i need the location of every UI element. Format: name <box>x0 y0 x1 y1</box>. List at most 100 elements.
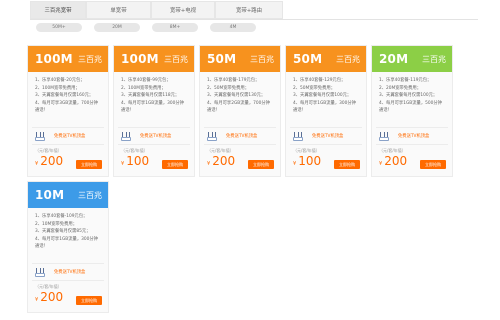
router-icon <box>120 131 132 141</box>
filter-20m[interactable]: 20M <box>94 23 140 32</box>
feature-line: 1、乐享40套餐-119元包； <box>379 78 432 83</box>
divider <box>290 144 362 145</box>
plan-card: 100M 三百兆 1、乐享40套餐-20元包； 2、100M宽带免费用； 3、天翼套餐每… <box>27 45 109 177</box>
price-amount: 100 <box>126 154 150 168</box>
feature-line: 2、100M宽带免费用； <box>121 85 166 91</box>
plan-card: 50M 三百兆 1、乐享40套餐-179元包； 2、50M宽带免费用； 3、天翼套餐每月… <box>199 45 281 177</box>
price-amount: 200 <box>384 154 408 168</box>
gift-row: 免费送TV机顶盒 <box>372 128 452 144</box>
currency-symbol: ¥ <box>35 161 39 167</box>
feature-line: 2、100M宽带免费用； <box>35 85 80 91</box>
price-area: （元/套/年值） ¥100 立即抢购 <box>114 148 194 170</box>
router-icon <box>378 131 390 141</box>
feature-line: 3、天翼套餐每月仅需118元； <box>121 93 180 99</box>
plan-tabs: 三百兆宽带 单宽带 宽带+电视 宽带+路由 <box>30 1 283 19</box>
tab-broadband-tv[interactable]: 宽带+电视 <box>151 1 215 19</box>
plan-speed: 100M <box>121 52 159 66</box>
filter-4m[interactable]: 4M <box>210 23 256 32</box>
gift-row: 免费送TV机顶盒 <box>200 128 280 144</box>
router-icon <box>34 131 46 141</box>
gift-text: 免费送TV机顶盒 <box>54 134 86 139</box>
feature-line: 1、乐享40套餐-129元包； <box>293 78 346 83</box>
plan-features: 1、乐享40套餐-119元包； 2、20M宽带免费用； 3、天翼套餐每月仅需100元… <box>372 72 452 127</box>
gift-row: 免费送TV机顶盒 <box>286 128 366 144</box>
price-area: （元/套/年值） ¥200 立即抢购 <box>28 284 108 306</box>
price-area: （元/套/年值） ¥200 立即抢购 <box>28 148 108 170</box>
price-value: ¥200 <box>35 155 63 170</box>
currency-symbol: ¥ <box>207 161 211 167</box>
plan-name: 三百兆 <box>336 54 360 64</box>
divider <box>32 144 104 145</box>
price-amount: 200 <box>40 290 64 304</box>
divider <box>204 144 276 145</box>
card-header: 100M 三百兆 <box>28 46 108 72</box>
filter-8m[interactable]: 8M+ <box>152 23 198 32</box>
currency-symbol: ¥ <box>293 161 297 167</box>
plan-name: 三百兆 <box>164 54 188 64</box>
price-value: ¥100 <box>121 155 149 170</box>
price-amount: 200 <box>40 154 64 168</box>
router-icon <box>206 131 218 141</box>
plan-features: 1、乐享40套餐-129元包； 2、50M宽带免费用； 3、天翼套餐每月仅需100元… <box>286 72 366 127</box>
currency-symbol: ¥ <box>35 297 39 303</box>
buy-now-button[interactable]: 立即抢购 <box>248 160 274 169</box>
tab-broadband-only[interactable]: 单宽带 <box>86 1 151 19</box>
feature-line: 4、每月可享3GB流量，700分钟通话！ <box>35 100 98 114</box>
plan-card: 20M 三百兆 1、乐享40套餐-119元包； 2、20M宽带免费用； 3、天翼套餐每月… <box>371 45 453 177</box>
currency-symbol: ¥ <box>121 161 125 167</box>
price-value: ¥200 <box>207 155 235 170</box>
plan-features: 1、乐享40套餐-179元包； 2、50M宽带免费用； 3、天翼套餐每月仅需130元… <box>200 72 280 127</box>
card-header: 100M 三百兆 <box>114 46 194 72</box>
buy-now-button[interactable]: 立即抢购 <box>162 160 188 169</box>
price-area: （元/套/年值） ¥200 立即抢购 <box>200 148 280 170</box>
plan-features: 1、乐享40套餐-99元包； 2、100M宽带免费用； 3、天翼套餐每月仅需118元… <box>114 72 194 127</box>
gift-text: 免费送TV机顶盒 <box>140 134 172 139</box>
gift-text: 免费送TV机顶盒 <box>398 134 430 139</box>
plan-card: 10M 三百兆 1、乐享40套餐-109元包； 2、10M宽带免费用； 3、天翼套餐每月… <box>27 181 109 313</box>
gift-row: 免费送TV机顶盒 <box>28 128 108 144</box>
plan-speed: 20M <box>379 52 409 66</box>
feature-line: 3、天翼套餐每月仅需85元； <box>35 229 91 235</box>
tab-300m-broadband[interactable]: 三百兆宽带 <box>30 1 86 19</box>
buy-now-button[interactable]: 立即抢购 <box>420 160 446 169</box>
divider <box>118 144 190 145</box>
plan-speed: 50M <box>207 52 237 66</box>
feature-line: 2、20M宽带免费用； <box>379 85 421 91</box>
feature-line: 4、每月可享1GB流量，300分钟通话！ <box>121 100 184 114</box>
router-icon <box>292 131 304 141</box>
price-value: ¥200 <box>35 291 63 306</box>
plan-name: 三百兆 <box>78 190 102 200</box>
tab-divider <box>30 19 478 20</box>
buy-now-button[interactable]: 立即抢购 <box>334 160 360 169</box>
price-amount: 100 <box>298 154 322 168</box>
feature-line: 4、每月可享1GB流量，300分钟通话！ <box>293 100 356 114</box>
plan-speed: 100M <box>35 52 73 66</box>
divider <box>376 144 448 145</box>
gift-text: 免费送TV机顶盒 <box>54 270 86 275</box>
buy-now-button[interactable]: 立即抢购 <box>76 160 102 169</box>
feature-line: 3、天翼套餐每月仅需160元； <box>35 93 94 99</box>
feature-line: 1、乐享40套餐-109元包； <box>35 214 88 219</box>
plan-name: 三百兆 <box>250 54 274 64</box>
gift-row: 免费送TV机顶盒 <box>114 128 194 144</box>
filter-50m[interactable]: 50M+ <box>36 23 82 32</box>
card-header: 50M 三百兆 <box>286 46 366 72</box>
plan-name: 三百兆 <box>422 54 446 64</box>
gift-text: 免费送TV机顶盒 <box>226 134 258 139</box>
plan-card: 100M 三百兆 1、乐享40套餐-99元包； 2、100M宽带免费用； 3、天翼套餐每… <box>113 45 195 177</box>
card-header: 10M 三百兆 <box>28 182 108 208</box>
price-value: ¥200 <box>379 155 407 170</box>
plan-features: 1、乐享40套餐-20元包； 2、100M宽带免费用； 3、天翼套餐每月仅需160元… <box>28 72 108 127</box>
feature-line: 4、每月可享1GB流量，500分钟通话！ <box>379 100 442 114</box>
feature-line: 3、天翼套餐每月仅需100元； <box>379 93 438 99</box>
router-icon <box>34 267 46 277</box>
price-area: （元/套/年值） ¥200 立即抢购 <box>372 148 452 170</box>
plan-speed: 10M <box>35 188 65 202</box>
buy-now-button[interactable]: 立即抢购 <box>76 296 102 305</box>
feature-line: 2、50M宽带免费用； <box>207 85 249 91</box>
tab-broadband-router[interactable]: 宽带+路由 <box>215 1 283 19</box>
card-header: 50M 三百兆 <box>200 46 280 72</box>
divider <box>32 280 104 281</box>
plan-speed: 50M <box>293 52 323 66</box>
feature-line: 4、每月可享1GB流量，300分钟通话！ <box>35 236 98 250</box>
